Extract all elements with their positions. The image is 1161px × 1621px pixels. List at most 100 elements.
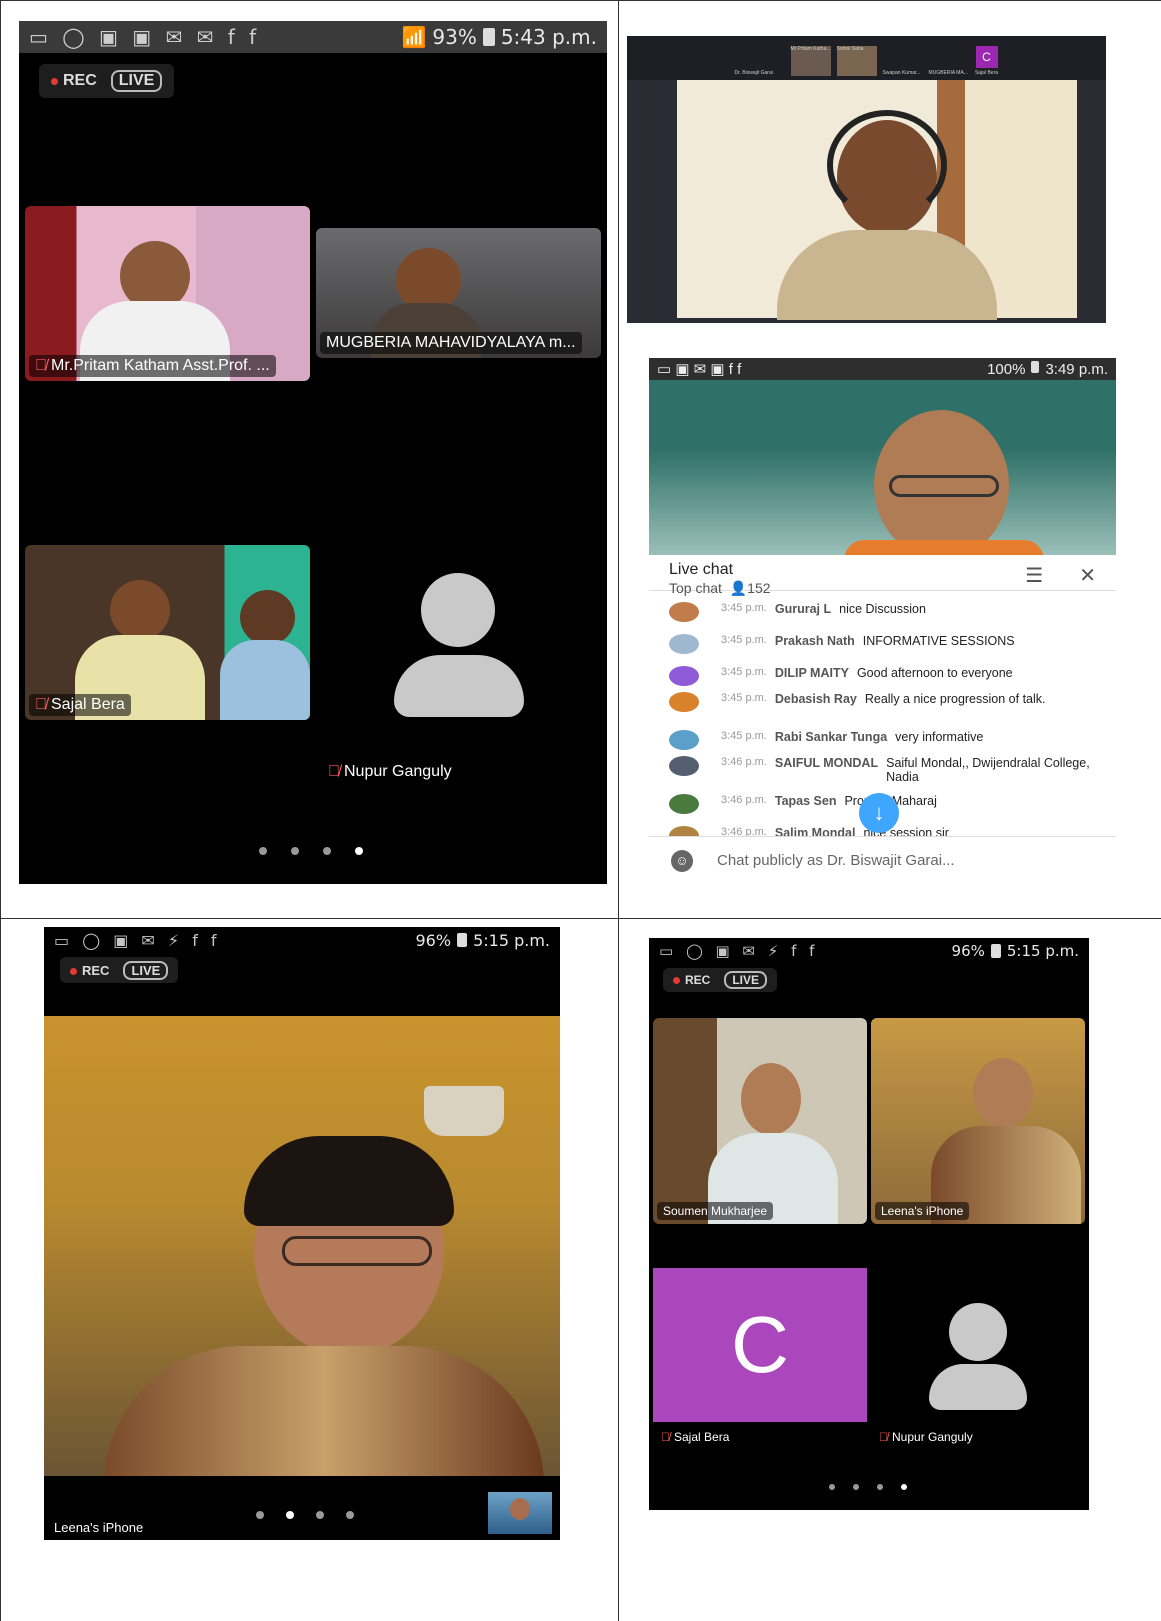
live-badge: LIVE [724,971,768,989]
user-avatar [669,730,699,750]
video-tile-2[interactable]: MUGBERIA MAHAVIDYALAYA m... [316,228,601,358]
emoji-icon[interactable]: ☺ [671,849,693,872]
participant-head-2 [240,590,295,645]
participant-body-2 [220,640,310,720]
user-avatar [669,756,699,776]
meeting-screen-bottom-left: ▭ ◯ ▣ ✉ ⚡ f f 96% 5:15 p.m. REC LIVE Lee… [44,927,560,1540]
glasses-icon [282,1236,432,1266]
participant-strip-name: Mr.Pritam Katha... [790,46,831,76]
grid-border-top [0,0,1161,1]
user-avatar [669,634,699,654]
person-placeholder-icon [949,1303,1007,1361]
status-bar: ▭ ◯ ▣ ✉ ⚡ f f 96% 5:15 p.m. [44,927,560,953]
self-view-thumbnail[interactable] [488,1492,552,1534]
video-tile-3[interactable]: 🎙̸ Sajal Bera [25,545,310,720]
page-indicator [259,847,363,855]
participant-strip-name: MUGBERIA MA... [928,70,968,76]
avatar-letter: C [975,46,998,68]
mic-off-icon: 🎙̸ [328,763,340,780]
rec-live-bar: REC LIVE [39,64,175,98]
video-tile-4-avatar[interactable]: 🎙̸ Nupur Ganguly [316,545,601,785]
chat-mode-dropdown[interactable]: Top chat [669,580,722,596]
record-dot-icon [673,977,680,984]
clock: 5:15 p.m. [473,930,550,950]
speaker-label: Leena's iPhone [54,1520,144,1535]
avatar-letter: C [731,1300,789,1389]
scroll-down-icon[interactable]: ↓ [859,793,899,833]
user-avatar [669,602,699,622]
chat-message: 3:45 p.m. Debasish Ray Really a nice progr… [669,692,1096,712]
chat-message: 3:45 p.m. Gururaj Lnice Discussion [669,602,1096,622]
user-avatar [669,666,699,686]
grid-divider-horizontal [0,918,1161,919]
participant-name: Sajal Bera [51,696,125,713]
main-speaker-video [677,80,1077,320]
speaker-body [104,1346,544,1476]
speaker-body [844,540,1044,555]
chat-input[interactable]: ☺ Chat publicly as Dr. Biswajit Garai... [649,836,1116,884]
clock: 5:15 p.m. [1006,942,1079,960]
battery-percent: 93% [432,25,477,49]
meeting-screen-top-left: ▭ ◯ ▣ ▣ ✉ ✉ f f 📶 93% 5:43 p.m. REC LIVE… [19,21,607,884]
chat-title: Live chat [669,561,734,578]
battery-percent: 100% [987,360,1026,378]
grid-border-left [0,0,1,1621]
user-avatar [669,692,699,712]
participant-name: MUGBERIA MAHAVIDYALAYA m... [326,334,576,351]
video-tile-3-avatar[interactable]: C [653,1268,867,1422]
filter-icon[interactable]: ☰ [1025,563,1043,588]
participant-name: Sajal Bera [674,1430,730,1444]
page-indicator [256,1511,354,1519]
video-tile-4-avatar[interactable] [871,1268,1085,1422]
battery-icon [990,944,1001,958]
record-dot-icon [70,967,77,975]
main-speaker-video[interactable] [44,1016,560,1476]
close-icon[interactable]: ✕ [1079,563,1096,588]
participant-head [110,580,170,640]
rec-live-bar: REC LIVE [60,957,179,983]
video-tile-1[interactable]: Soumen Mukharjee [653,1018,867,1224]
video-tile-2[interactable]: Leena's iPhone [871,1018,1085,1224]
desktop-meeting-screen: Dr. Biswajit Garai Mr.Pritam Katha... So… [627,36,1106,323]
participant-head [973,1058,1033,1128]
battery-percent: 96% [415,930,452,950]
rec-label: REC [82,962,110,978]
participant-strip-name: Dr. Biswajit Garai [734,70,773,76]
speaker-body [777,230,997,320]
user-avatar [669,794,699,814]
battery-icon [1031,360,1040,373]
signal-icon: 📶 [401,25,427,49]
mic-off-icon: 🎙̸ [35,357,47,374]
self-view-head [510,1498,530,1520]
viewer-count: 152 [747,580,771,596]
live-chat-screen: ▭ ▣ ✉ ▣ f f 100% 3:49 p.m. Live chat Top… [649,358,1116,884]
notification-icons: ▭ ◯ ▣ ✉ ⚡ f f [54,930,221,950]
notification-icons: ▭ ◯ ▣ ✉ ⚡ f f [659,942,819,960]
headset-icon [827,110,947,220]
mic-off-icon: 🎙̸ [879,1430,888,1444]
participant-strip: Dr. Biswajit Garai Mr.Pritam Katha... So… [627,36,1106,80]
chat-header: Live chat Top chat 👤152 ☰ ✕ [649,555,1116,596]
participant-strip-name: Sajal Bera [974,70,999,76]
notification-icons: ▭ ▣ ✉ ▣ f f [657,361,742,378]
glasses-icon [889,475,999,497]
participant-name: Nupur Ganguly [344,763,452,780]
live-badge: LIVE [123,960,169,980]
video-tile-1[interactable]: 🎙̸ Mr.Pritam Katham Asst.Prof. ... [25,206,310,381]
status-bar: ▭ ◯ ▣ ▣ ✉ ✉ f f 📶 93% 5:43 p.m. [19,21,607,53]
participant-name: Leena's iPhone [881,1204,964,1218]
rec-label: REC [685,973,711,987]
page-indicator [829,1484,907,1490]
notification-icons: ▭ ◯ ▣ ▣ ✉ ✉ f f [29,25,261,49]
chat-input-placeholder: Chat publicly as Dr. Biswajit Garai... [717,852,955,869]
participant-name: Soumen Mukharjee [663,1204,768,1218]
clock: 3:49 p.m. [1045,360,1108,378]
participant-strip-name: Swapan Kumar... [882,70,921,76]
wall-lamp [424,1086,504,1136]
person-placeholder-icon [421,573,495,647]
user-avatar [669,826,699,836]
participant-name: Mr.Pritam Katham Asst.Prof. ... [51,357,270,374]
stream-video[interactable] [649,380,1116,555]
mic-off-icon: 🎙̸ [661,1430,670,1444]
participant-strip-name: Sohini Saha [836,46,877,76]
